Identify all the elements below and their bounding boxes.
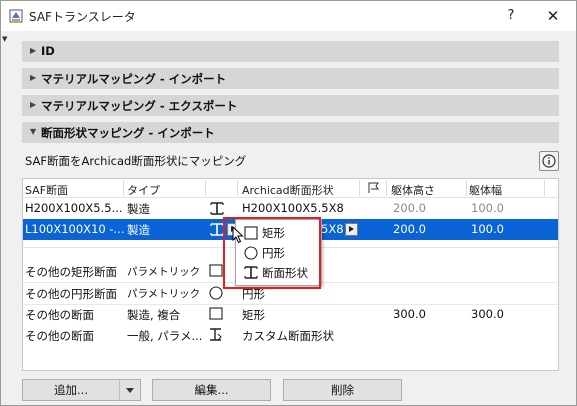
section-label: ID [41, 44, 55, 58]
info-button[interactable] [539, 151, 559, 171]
collapse-arrow-icon: ▼ [30, 127, 37, 136]
column-separator [359, 180, 360, 196]
section-material-export[interactable]: ▶ マテリアルマッピング - エクスポート [22, 95, 559, 116]
width-cell: 300.0 [471, 307, 504, 321]
saf-cell: L100X100X10 -... [25, 222, 125, 236]
i-beam-icon [210, 202, 224, 215]
row-separator [23, 304, 558, 305]
info-icon [542, 154, 556, 168]
header-underline [23, 197, 558, 198]
saf-translator-window: SAFトランスレータ ? ✕ ▼ ▶ ID ▶ マテリアルマッピング - インポ… [0, 0, 577, 406]
section-material-import[interactable]: ▶ マテリアルマッピング - インポート [22, 68, 559, 89]
section-id[interactable]: ▶ ID [22, 41, 559, 62]
column-separator [237, 180, 238, 196]
resize-marker-icon: ▼ [2, 35, 8, 43]
custom-profile-icon [209, 328, 223, 341]
rectangle-icon [209, 264, 223, 277]
saf-cell: その他の円形断面 [25, 287, 117, 301]
type-cell: 製造 [127, 202, 150, 216]
archicad-cell[interactable]: 矩形 [242, 307, 265, 323]
expand-arrow-icon: ▶ [30, 46, 37, 55]
archicad-cell[interactable]: 5X8 [321, 222, 344, 236]
column-separator [205, 180, 206, 196]
archicad-cell[interactable]: カスタム断面形状 [242, 328, 334, 344]
close-button[interactable]: ✕ [539, 5, 567, 27]
width-cell: 100.0 [471, 222, 504, 236]
expand-arrow-icon: ▶ [30, 100, 37, 109]
add-button[interactable]: 追加... [22, 379, 120, 401]
section-profile-import[interactable]: ▼ 断面形状マッピング - インポート [22, 122, 559, 143]
section-label: 断面形状マッピング - インポート [41, 126, 215, 140]
i-beam-icon [210, 223, 224, 236]
window-title: SAFトランスレータ [29, 10, 136, 24]
expand-arrow-icon: ▶ [30, 73, 37, 82]
column-header-height[interactable]: 躯体高さ [391, 182, 435, 198]
app-icon [9, 9, 23, 23]
column-separator [544, 180, 545, 196]
rectangle-icon [209, 307, 223, 320]
column-header-type[interactable]: タイプ [127, 182, 160, 198]
mouse-cursor-icon [232, 226, 244, 244]
column-header-saf[interactable]: SAF断面 [25, 182, 68, 198]
title-bar: SAFトランスレータ ? ✕ [1, 1, 576, 31]
mapping-subtitle: SAF断面をArchicad断面形状にマッピング [25, 154, 247, 168]
saf-cell: H200X100X5.5... [25, 201, 123, 215]
type-cell: 製造 [127, 223, 150, 237]
width-cell: 100.0 [471, 201, 504, 215]
type-cell: パラメトリック [127, 266, 201, 278]
circle-icon [209, 286, 223, 300]
height-cell: 200.0 [393, 201, 426, 215]
section-label: マテリアルマッピング - インポート [41, 72, 227, 86]
type-cell: 製造, 複合 [127, 308, 181, 322]
column-header-archicad[interactable]: Archicad断面形状 [242, 182, 334, 198]
type-cell: 一般, パラメ... [127, 329, 203, 343]
delete-button[interactable]: 削除 [283, 379, 402, 401]
help-button[interactable]: ? [497, 5, 525, 27]
add-dropdown-button[interactable] [119, 379, 141, 401]
height-cell: 300.0 [393, 307, 426, 321]
edit-button[interactable]: 編集... [152, 379, 271, 401]
section-label: マテリアルマッピング - エクスポート [41, 99, 238, 113]
column-separator [386, 180, 387, 196]
column-header-width[interactable]: 躯体幅 [469, 182, 502, 198]
saf-cell: その他の断面 [25, 329, 94, 343]
lock-flag-header-icon[interactable] [367, 181, 381, 194]
archicad-cell[interactable]: H200X100X5.5X8 [242, 201, 344, 215]
profile-dropdown-button[interactable] [345, 223, 358, 236]
column-separator [466, 180, 467, 196]
height-cell: 200.0 [393, 222, 426, 236]
type-cell: パラメトリック [127, 288, 201, 300]
saf-cell: その他の断面 [25, 308, 94, 322]
column-separator [123, 180, 124, 196]
saf-cell: その他の矩形断面 [25, 265, 117, 279]
